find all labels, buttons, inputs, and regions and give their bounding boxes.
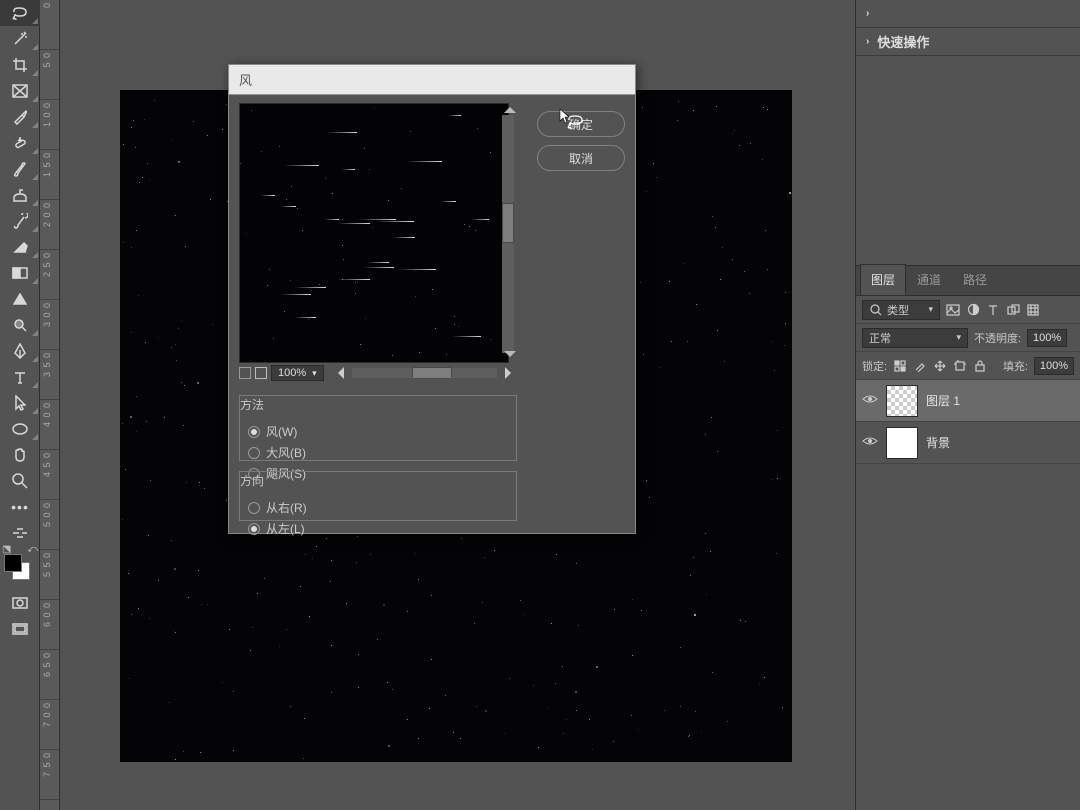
- opacity-value[interactable]: 100%: [1027, 329, 1067, 347]
- accordion-quick-label: 快速操作: [877, 32, 929, 51]
- crop-tool[interactable]: [0, 52, 40, 78]
- method-blast[interactable]: 大风(B): [248, 444, 508, 461]
- layer-name[interactable]: 背景: [926, 434, 950, 451]
- direction-group: 方向 从右(R) 从左(L): [239, 471, 517, 521]
- lock-all-icon[interactable]: [973, 359, 987, 373]
- filter-shape-icon[interactable]: [1006, 303, 1020, 317]
- chevron-down-icon: ▾: [312, 368, 317, 379]
- filter-smart-icon[interactable]: [1026, 303, 1040, 317]
- preview-box[interactable]: [239, 103, 509, 363]
- accordion-quick[interactable]: › 快速操作: [856, 28, 1080, 56]
- search-icon: [869, 303, 883, 317]
- tab-channels[interactable]: 通道: [906, 264, 952, 295]
- radio-icon: [248, 447, 260, 459]
- chevron-down-icon: ▾: [928, 304, 933, 315]
- preview-controls: 100% ▾: [239, 365, 517, 381]
- clone-stamp-tool[interactable]: [0, 182, 40, 208]
- layer-thumbnail[interactable]: [886, 385, 918, 417]
- preview-hscroll-thumb[interactable]: [412, 367, 452, 379]
- fg-color[interactable]: [4, 554, 22, 572]
- method-group: 方法 风(W) 大风(B) 飓风(S): [239, 395, 517, 461]
- more-tools[interactable]: •••: [0, 494, 40, 520]
- wind-dialog: 风 100% ▾ 方法 风(W) 大风(B) 飓风(S): [228, 64, 636, 534]
- layer-thumbnail[interactable]: [886, 427, 918, 459]
- filter-image-icon[interactable]: [946, 303, 960, 317]
- lock-brush-icon[interactable]: [913, 359, 927, 373]
- fill-value[interactable]: 100%: [1034, 357, 1074, 375]
- chevron-right-icon: ›: [866, 8, 869, 19]
- lock-pixels-icon[interactable]: [893, 359, 907, 373]
- direction-right[interactable]: 从右(R): [248, 499, 508, 516]
- direction-legend: 方向: [240, 474, 264, 488]
- blend-opacity-row: 正常 ▾ 不透明度: 100%: [856, 324, 1080, 352]
- healing-brush-tool[interactable]: [0, 130, 40, 156]
- quick-mask-icon[interactable]: [0, 590, 40, 616]
- tab-paths[interactable]: 路径: [952, 264, 998, 295]
- right-panels: › › 快速操作 图层 通道 路径 类型 ▾ 正常 ▾ 不透明度: 100%: [855, 0, 1080, 810]
- lasso-tool[interactable]: [0, 0, 40, 26]
- type-tool[interactable]: [0, 364, 40, 390]
- ok-button[interactable]: 确定: [537, 111, 625, 137]
- preview-scroll-right[interactable]: [505, 367, 517, 379]
- filter-type-icon[interactable]: [986, 303, 1000, 317]
- opacity-label: 不透明度:: [974, 330, 1021, 346]
- lock-artboard-icon[interactable]: [953, 359, 967, 373]
- layer-filter-row: 类型 ▾: [856, 296, 1080, 324]
- vertical-ruler: 0 5 0 1 0 0 1 5 0 2 0 0 2 5 0 3 0 0 3 5 …: [40, 0, 60, 810]
- history-brush-tool[interactable]: [0, 208, 40, 234]
- visibility-toggle[interactable]: [862, 435, 878, 450]
- pen-tool[interactable]: [0, 338, 40, 364]
- layers-list: 图层 1 背景: [856, 380, 1080, 464]
- preview-scroll-thumb[interactable]: [502, 203, 514, 243]
- triangle-icon[interactable]: [0, 286, 40, 312]
- filter-adjust-icon[interactable]: [966, 303, 980, 317]
- eraser-tool[interactable]: [0, 234, 40, 260]
- radio-icon: [248, 523, 260, 535]
- panel-tabs: 图层 通道 路径: [856, 266, 1080, 296]
- preview-scroll-up[interactable]: [504, 101, 516, 113]
- color-swatches[interactable]: ⬔ ⤺: [0, 550, 40, 580]
- zoom-blur-tool[interactable]: [0, 312, 40, 338]
- dialog-title: 风: [229, 65, 635, 95]
- blend-mode-select[interactable]: 正常 ▾: [862, 328, 968, 348]
- zoom-fit-icon[interactable]: [255, 367, 267, 379]
- lock-label: 锁定:: [862, 358, 887, 374]
- layer-filter-kind[interactable]: 类型 ▾: [862, 300, 940, 320]
- hand-tool[interactable]: [0, 442, 40, 468]
- edit-toolbar-icon[interactable]: [0, 520, 40, 546]
- eyedropper-tool[interactable]: [0, 104, 40, 130]
- fill-label: 填充:: [1003, 358, 1028, 374]
- accordion-1[interactable]: ›: [856, 0, 1080, 28]
- direction-left[interactable]: 从左(L): [248, 520, 508, 537]
- preview-hscroll-track[interactable]: [352, 368, 497, 378]
- zoom-tool[interactable]: [0, 468, 40, 494]
- cancel-button[interactable]: 取消: [537, 145, 625, 171]
- toolbar: ••• ⬔ ⤺: [0, 0, 40, 810]
- radio-icon: [248, 502, 260, 514]
- radio-icon: [248, 426, 260, 438]
- brush-tool[interactable]: [0, 156, 40, 182]
- gradient-tool[interactable]: [0, 260, 40, 286]
- swap-colors-icon[interactable]: ⤺: [27, 544, 38, 555]
- lock-fill-row: 锁定: 填充: 100%: [856, 352, 1080, 380]
- magic-wand-tool[interactable]: [0, 26, 40, 52]
- chevron-down-icon: ▾: [956, 332, 961, 343]
- method-wind[interactable]: 风(W): [248, 423, 508, 440]
- visibility-toggle[interactable]: [862, 393, 878, 408]
- screen-mode-icon[interactable]: [0, 616, 40, 642]
- path-select-tool[interactable]: [0, 390, 40, 416]
- preview-scroll-down[interactable]: [504, 351, 516, 363]
- method-legend: 方法: [240, 398, 264, 412]
- tab-layers[interactable]: 图层: [860, 264, 906, 295]
- preview-zoom[interactable]: 100% ▾: [271, 365, 324, 381]
- chevron-right-icon: ›: [866, 36, 869, 47]
- layer-row[interactable]: 图层 1: [856, 380, 1080, 422]
- preview-scroll-left[interactable]: [332, 367, 344, 379]
- layer-row[interactable]: 背景: [856, 422, 1080, 464]
- ellipse-tool[interactable]: [0, 416, 40, 442]
- layer-name[interactable]: 图层 1: [926, 392, 960, 409]
- lock-move-icon[interactable]: [933, 359, 947, 373]
- frame-tool[interactable]: [0, 78, 40, 104]
- checkbox-icon[interactable]: [239, 367, 251, 379]
